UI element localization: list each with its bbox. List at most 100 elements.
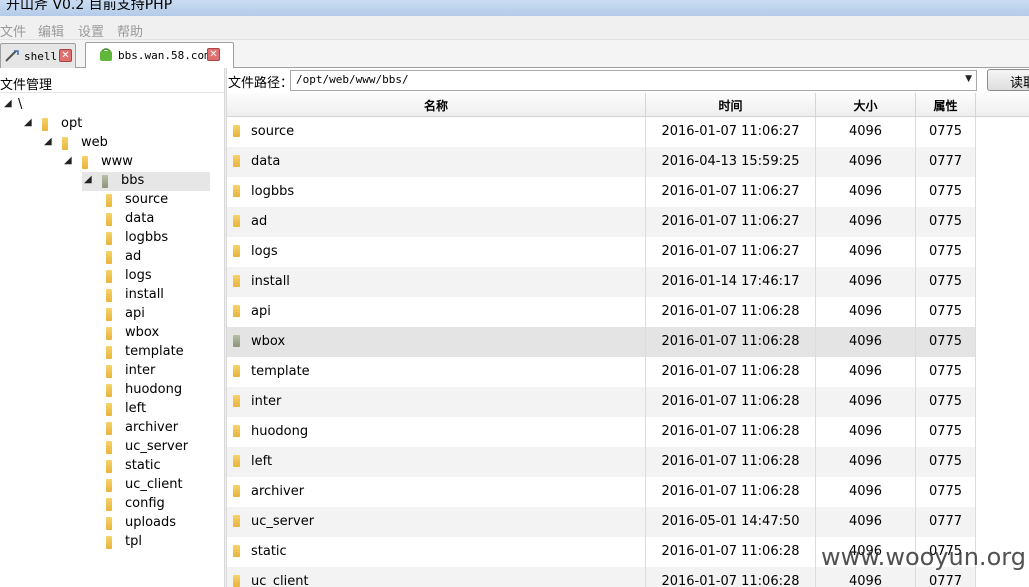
folder-icon: [233, 575, 240, 587]
folder-icon: [233, 545, 240, 557]
cell-name: huodong: [227, 417, 646, 447]
table-row[interactable]: api 2016-01-07 11:06:28 4096 0775: [227, 297, 976, 327]
folder-icon: [106, 251, 112, 264]
cell-time: 2016-01-07 11:06:27: [646, 117, 816, 147]
cell-time: 2016-04-13 15:59:25: [646, 147, 816, 177]
table-row[interactable]: data 2016-04-13 15:59:25 4096 0777: [227, 147, 976, 177]
cell-time: 2016-01-07 11:06:28: [646, 387, 816, 417]
cell-name: uc_server: [227, 507, 646, 537]
folder-icon: [233, 365, 240, 377]
expand-arrow-icon[interactable]: ◢: [44, 136, 52, 147]
folder-icon: [233, 275, 240, 287]
tree-item-label: opt: [61, 116, 83, 131]
file-name: inter: [251, 394, 282, 409]
cell-size: 4096: [816, 477, 916, 507]
expand-arrow-icon[interactable]: ◢: [24, 117, 32, 128]
file-name: template: [251, 364, 310, 379]
cell-time: 2016-01-07 11:06:28: [646, 447, 816, 477]
cell-name: template: [227, 357, 646, 387]
tree-item-label: tpl: [125, 534, 142, 549]
tree-item-label: logs: [125, 268, 152, 283]
table-row[interactable]: left 2016-01-07 11:06:28 4096 0775: [227, 447, 976, 477]
folder-icon: [233, 155, 240, 167]
cell-name: source: [227, 117, 646, 147]
column-header-name[interactable]: 名称: [227, 93, 646, 117]
watermark: www.wooyun.org: [821, 543, 1026, 571]
table-row[interactable]: template 2016-01-07 11:06:28 4096 0775: [227, 357, 976, 387]
tab-site[interactable]: bbs.wan.58.com ✕: [85, 42, 234, 68]
cell-size: 4096: [816, 387, 916, 417]
column-header-perm[interactable]: 属性: [916, 93, 976, 117]
path-input[interactable]: /opt/web/www/bbs/ ▼: [290, 70, 977, 91]
table-row[interactable]: wbox 2016-01-07 11:06:28 4096 0775: [227, 327, 976, 357]
cell-size: 4096: [816, 447, 916, 477]
folder-icon: [82, 156, 88, 169]
cell-size: 4096: [816, 267, 916, 297]
cell-perm: 0775: [916, 327, 976, 357]
cell-size: 4096: [816, 357, 916, 387]
cell-perm: 0775: [916, 177, 976, 207]
folder-icon: [233, 395, 240, 407]
expand-arrow-icon[interactable]: ◢: [64, 155, 72, 166]
menu-edit[interactable]: 编辑: [38, 21, 64, 40]
folder-icon: [233, 245, 240, 257]
table-row[interactable]: logs 2016-01-07 11:06:27 4096 0775: [227, 237, 976, 267]
shell-icon: [5, 50, 19, 62]
cell-time: 2016-01-07 11:06:28: [646, 567, 816, 587]
cell-time: 2016-01-07 11:06:27: [646, 207, 816, 237]
cell-perm: 0775: [916, 417, 976, 447]
table-row[interactable]: ad 2016-01-07 11:06:27 4096 0775: [227, 207, 976, 237]
folder-icon: [233, 335, 240, 347]
folder-icon: [106, 213, 112, 226]
cell-time: 2016-05-01 14:47:50: [646, 507, 816, 537]
cell-size: 4096: [816, 207, 916, 237]
tree-item-label: inter: [125, 363, 156, 378]
column-header-time[interactable]: 时间: [646, 93, 816, 117]
folder-icon: [233, 455, 240, 467]
table-row[interactable]: huodong 2016-01-07 11:06:28 4096 0775: [227, 417, 976, 447]
folder-icon: [106, 346, 112, 359]
tree-item-label: uc_server: [125, 439, 189, 454]
folder-icon: [106, 232, 112, 245]
menu-file[interactable]: 文件: [0, 21, 26, 40]
folder-icon: [106, 365, 112, 378]
tree-item-label: bbs: [121, 173, 145, 188]
table-row[interactable]: uc_server 2016-05-01 14:47:50 4096 0777: [227, 507, 976, 537]
expand-arrow-icon[interactable]: ◢: [4, 98, 12, 109]
tab-bar: shell ✕ bbs.wan.58.com ✕: [0, 40, 1029, 68]
cell-name: logs: [227, 237, 646, 267]
tree-item-label: wbox: [125, 325, 160, 340]
directory-tree[interactable]: ◢ \ ◢ opt ◢ web ◢ www ◢ bbs source data logbbs ad logs…: [0, 93, 224, 587]
cell-perm: 0775: [916, 297, 976, 327]
tree-item-label: template: [125, 344, 184, 359]
cell-time: 2016-01-14 17:46:17: [646, 267, 816, 297]
column-header-size[interactable]: 大小: [816, 93, 916, 117]
folder-icon: [106, 479, 112, 492]
menu-settings[interactable]: 设置: [78, 21, 104, 40]
read-button[interactable]: 读取: [987, 69, 1029, 91]
cell-size: 4096: [816, 237, 916, 267]
cell-size: 4096: [816, 117, 916, 147]
cell-time: 2016-01-07 11:06:28: [646, 357, 816, 387]
table-row[interactable]: install 2016-01-14 17:46:17 4096 0775: [227, 267, 976, 297]
cell-perm: 0775: [916, 117, 976, 147]
menu-bar: 文件 编辑 设置 帮助: [0, 16, 1029, 40]
cell-time: 2016-01-07 11:06:27: [646, 237, 816, 267]
file-list: 名称 时间 大小 属性 source 2016-01-07 11:06:27 409…: [227, 93, 1029, 587]
tab-shell[interactable]: shell ✕: [0, 43, 76, 68]
chevron-down-icon[interactable]: ▼: [965, 74, 972, 84]
file-name: api: [251, 304, 271, 319]
table-row[interactable]: archiver 2016-01-07 11:06:28 4096 0775: [227, 477, 976, 507]
close-icon[interactable]: ✕: [59, 49, 72, 62]
cell-name: uc_client: [227, 567, 646, 587]
menu-help[interactable]: 帮助: [117, 21, 143, 40]
cell-perm: 0777: [916, 507, 976, 537]
cell-perm: 0777: [916, 147, 976, 177]
table-row[interactable]: logbbs 2016-01-07 11:06:27 4096 0775: [227, 177, 976, 207]
file-manager-title: 文件管理: [0, 71, 224, 93]
close-icon[interactable]: ✕: [207, 48, 220, 61]
cell-time: 2016-01-07 11:06:28: [646, 327, 816, 357]
table-row[interactable]: inter 2016-01-07 11:06:28 4096 0775: [227, 387, 976, 417]
table-row[interactable]: source 2016-01-07 11:06:27 4096 0775: [227, 117, 976, 147]
expand-arrow-icon[interactable]: ◢: [84, 174, 92, 185]
